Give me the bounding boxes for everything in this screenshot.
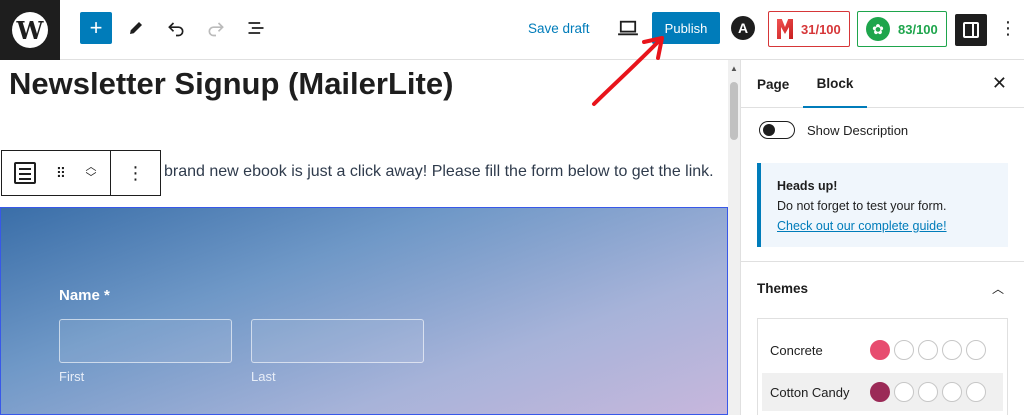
themes-list: Concrete Cotton Candy <box>757 318 1008 415</box>
sidebar-icon <box>963 22 979 38</box>
add-block-button[interactable]: + <box>80 12 112 44</box>
theme-swatch <box>894 382 914 402</box>
block-mover: ︿ ﹀ <box>72 151 110 195</box>
undo-icon <box>168 22 184 37</box>
scrollbar-thumb[interactable] <box>730 82 738 140</box>
theme-swatches <box>870 340 986 360</box>
last-name-sublabel: Last <box>251 369 276 384</box>
astra-settings-button[interactable]: A <box>729 12 757 44</box>
theme-name: Concrete <box>770 342 823 358</box>
first-name-sublabel: First <box>59 369 85 384</box>
drag-handle-icon: ⠿ <box>55 164 66 181</box>
undo-button[interactable] <box>160 12 192 44</box>
seo-score-button[interactable]: ✿ 83/100 <box>857 11 947 47</box>
show-description-label: Show Description <box>807 122 909 138</box>
close-sidebar-button[interactable]: ✕ <box>992 73 1007 94</box>
mailerlite-logo-icon <box>777 19 793 39</box>
preview-button[interactable] <box>612 12 644 44</box>
save-draft-button[interactable]: Save draft <box>528 12 590 44</box>
last-name-input[interactable] <box>251 319 424 363</box>
wordpress-logo-icon: W <box>12 12 48 48</box>
wordpress-logo-button[interactable]: W <box>0 0 60 60</box>
gear-icon: ✿ <box>866 17 890 41</box>
plus-icon: + <box>89 15 103 40</box>
options-menu-button[interactable]: ⋮ <box>994 12 1022 44</box>
readability-score-value: 31/100 <box>801 21 841 37</box>
show-description-row: Show Description <box>759 121 908 139</box>
heads-up-notice: Heads up! Do not forget to test your for… <box>757 163 1008 247</box>
list-view-button[interactable] <box>240 12 272 44</box>
block-options-button[interactable]: ⋮ <box>110 151 160 195</box>
theme-swatch <box>894 340 914 360</box>
redo-button[interactable] <box>200 12 232 44</box>
name-field-label: Name * <box>59 287 110 304</box>
post-title[interactable]: Newsletter Signup (MailerLite) <box>9 66 453 102</box>
theme-swatch <box>966 382 986 402</box>
form-icon <box>14 162 36 184</box>
astra-logo-icon: A <box>731 16 755 40</box>
intro-paragraph[interactable]: brand new ebook is just a click away! Pl… <box>164 163 714 181</box>
editor-canvas[interactable]: Newsletter Signup (MailerLite) ⠿ ︿ ﹀ ⋮ b… <box>0 60 728 415</box>
editor-top-bar: W + Save draft Publish A 31/100 ✿ 83/100… <box>0 0 1024 60</box>
drag-handle[interactable]: ⠿ <box>48 151 72 195</box>
theme-swatches <box>870 382 986 402</box>
theme-accent-swatch <box>870 340 890 360</box>
block-toolbar: ⠿ ︿ ﹀ ⋮ <box>1 150 161 196</box>
theme-swatch <box>942 340 962 360</box>
seo-score-value: 83/100 <box>898 21 938 37</box>
show-description-toggle[interactable] <box>759 121 795 139</box>
tools-button[interactable] <box>120 12 152 44</box>
pencil-icon <box>130 22 142 34</box>
notice-text: Do not forget to test your form. <box>777 199 947 213</box>
canvas-scrollbar[interactable]: ▲ <box>728 60 740 415</box>
theme-option-cotton-candy[interactable]: Cotton Candy <box>762 373 1003 411</box>
theme-option-concrete[interactable]: Concrete <box>762 331 1003 369</box>
ellipsis-vertical-icon: ⋮ <box>126 162 145 183</box>
first-name-input[interactable] <box>59 319 232 363</box>
newsletter-form-block[interactable]: Name * First Last <box>0 207 728 415</box>
ellipsis-vertical-icon: ⋮ <box>999 17 1017 38</box>
notice-title: Heads up! <box>777 179 838 193</box>
settings-sidebar: Page Block ✕ Show Description Heads up! … <box>740 60 1024 415</box>
sidebar-tabs: Page Block ✕ <box>741 60 1024 108</box>
chevron-down-icon[interactable]: ﹀ <box>86 173 97 184</box>
list-view-icon <box>248 22 264 34</box>
theme-name: Cotton Candy <box>770 384 850 400</box>
panel-divider <box>741 261 1024 262</box>
theme-accent-swatch <box>870 382 890 402</box>
theme-swatch <box>966 340 986 360</box>
theme-swatch <box>942 382 962 402</box>
tab-block[interactable]: Block <box>803 60 867 108</box>
theme-swatch <box>918 382 938 402</box>
settings-sidebar-toggle[interactable] <box>955 14 987 46</box>
laptop-icon <box>618 20 638 36</box>
tab-page[interactable]: Page <box>757 60 789 108</box>
scroll-up-arrow-icon[interactable]: ▲ <box>728 64 740 73</box>
themes-panel-title[interactable]: Themes <box>757 281 808 296</box>
complete-guide-link[interactable]: Check out our complete guide! <box>777 216 992 236</box>
readability-score-button[interactable]: 31/100 <box>768 11 850 47</box>
theme-swatch <box>918 340 938 360</box>
chevron-up-icon[interactable]: ︿ <box>992 280 1004 297</box>
close-icon: ✕ <box>991 73 1007 93</box>
block-type-button[interactable] <box>2 151 48 195</box>
publish-button[interactable]: Publish <box>652 12 720 44</box>
redo-icon <box>208 22 224 37</box>
